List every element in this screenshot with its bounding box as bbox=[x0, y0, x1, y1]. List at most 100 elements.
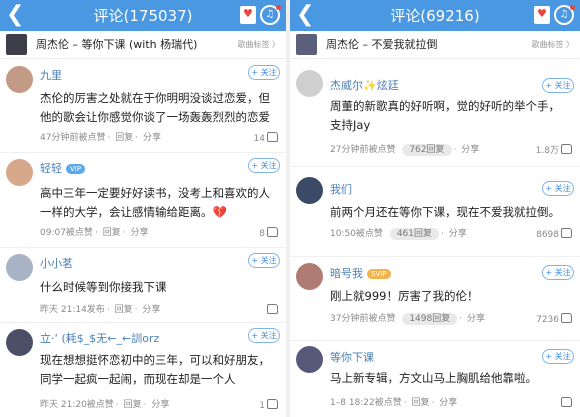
thumbs-up-icon bbox=[561, 313, 572, 323]
share-button[interactable]: 分享 bbox=[130, 228, 148, 238]
comment-time: 27分钟前被点赞 bbox=[330, 145, 396, 155]
comment-text: 什么时候等到你接我下课 bbox=[40, 280, 167, 294]
user-name[interactable]: 立·‘ (耗$_$无←_←訓orz bbox=[40, 332, 159, 345]
comment-meta: 27分钟前被点赞 762回复 · 分享 bbox=[330, 144, 480, 156]
album-cover bbox=[6, 34, 27, 55]
user-name[interactable]: 小小茗 bbox=[40, 257, 73, 270]
favorite-icon[interactable]: ♥ bbox=[534, 6, 550, 24]
avatar[interactable] bbox=[296, 177, 323, 204]
thumbs-up-icon bbox=[561, 144, 572, 154]
like-button[interactable]: 7236 bbox=[536, 313, 572, 326]
avatar[interactable] bbox=[6, 66, 33, 93]
reply-button[interactable]: 回复 bbox=[103, 228, 121, 238]
like-count: 1.8万 bbox=[535, 146, 559, 156]
song-tag-button[interactable]: 歌曲标签 〉 bbox=[237, 40, 280, 50]
comment-item: 轻轻 VIP + 关注 高中三年一定要好好读书，没考上和喜欢的人一样的大学，会让感… bbox=[0, 153, 286, 248]
comment-item: 暗号我 SVIP + 关注 刚上就999！厉害了我的伦！ 37分钟前被点赞 149… bbox=[290, 257, 580, 341]
like-button[interactable]: 14 bbox=[254, 132, 278, 145]
song-bar[interactable]: 周杰伦 – 不爱我就拉倒 歌曲标签 〉 bbox=[290, 31, 580, 59]
user-name[interactable]: 九里 bbox=[40, 69, 62, 82]
comment-meta: 10:50被点赞 461回复 · 分享 bbox=[330, 228, 467, 240]
reply-count-button[interactable]: 461回复 bbox=[389, 228, 439, 240]
thumbs-up-icon bbox=[267, 227, 278, 237]
comment-time: 昨天 21:14发布 bbox=[40, 305, 105, 315]
thumbs-up-icon bbox=[267, 399, 278, 409]
song-tag-button[interactable]: 歌曲标签 〉 bbox=[531, 40, 574, 50]
comment-time: 47分钟前被点赞 bbox=[40, 133, 106, 143]
like-button[interactable]: 1.8万 bbox=[536, 144, 572, 157]
user-name[interactable]: 轻轻 VIP bbox=[40, 162, 86, 175]
comment-meta: 1–8 18:22被点赞 · 回复 · 分享 bbox=[330, 398, 458, 408]
comment-text: 杰伦的厉害之处就在于你明明没谈过恋爱，但他的歌会让你感觉你谈了一场轰轰烈烈的恋爱 bbox=[40, 91, 270, 124]
share-button[interactable]: 分享 bbox=[439, 398, 457, 408]
user-name[interactable]: 等你下课 bbox=[330, 351, 374, 364]
share-button[interactable]: 分享 bbox=[143, 133, 161, 143]
comment-time: 37分钟前被点赞 bbox=[330, 314, 396, 324]
reply-count-button[interactable]: 1498回复 bbox=[402, 313, 458, 325]
like-button[interactable]: 8698 bbox=[536, 228, 572, 241]
avatar[interactable] bbox=[296, 346, 323, 373]
user-name[interactable]: 我们 bbox=[330, 183, 352, 196]
like-count: 14 bbox=[253, 134, 265, 144]
follow-button[interactable]: + 关注 bbox=[542, 349, 574, 364]
comments-panel-right: ❮ 评论(69216) ♥ ♫ 周杰伦 – 不爱我就拉倒 歌曲标签 〉 杰威尔✨… bbox=[290, 0, 580, 417]
player-icon[interactable]: ♫ bbox=[260, 5, 281, 25]
follow-button[interactable]: + 关注 bbox=[542, 265, 574, 280]
comment-item: 等你下课 + 关注 马上新专辑，方文山马上胸肌给他靠啦。 1–8 18:22被点… bbox=[290, 341, 580, 417]
share-button[interactable]: 分享 bbox=[461, 145, 479, 155]
comment-text: 前两个月还在等你下课，现在不爱我就拉倒。 bbox=[330, 205, 560, 219]
user-name-text: 轻轻 bbox=[40, 162, 62, 175]
comment-time: 10:50被点赞 bbox=[330, 229, 383, 239]
avatar[interactable] bbox=[296, 70, 323, 97]
comment-meta: 47分钟前被点赞 · 回复 · 分享 bbox=[40, 133, 161, 143]
album-cover bbox=[296, 34, 317, 55]
follow-button[interactable]: + 关注 bbox=[542, 78, 574, 93]
comment-text: 高中三年一定要好好读书，没考上和喜欢的人一样的大学，会让感情输给距离。💔 bbox=[40, 186, 270, 219]
follow-button[interactable]: + 关注 bbox=[248, 65, 280, 80]
vip-badge: VIP bbox=[66, 164, 86, 174]
comment-item: 我们 + 关注 前两个月还在等你下课，现在不爱我就拉倒。 10:50被点赞 46… bbox=[290, 167, 580, 257]
comment-item: 杰威尔✨炫廷 + 关注 周董的新歌真的好听啊，觉的好听的举个手，支持Jay 27… bbox=[290, 60, 580, 167]
reply-button[interactable]: 回复 bbox=[412, 398, 430, 408]
reply-count-button[interactable]: 762回复 bbox=[402, 144, 452, 156]
like-count: 8698 bbox=[536, 230, 559, 240]
top-bar: ❮ 评论(69216) ♥ ♫ bbox=[290, 0, 580, 31]
comment-time: 昨天 21:20被点赞 bbox=[40, 400, 114, 410]
follow-button[interactable]: + 关注 bbox=[248, 158, 280, 173]
reply-button[interactable]: 回复 bbox=[115, 305, 133, 315]
player-icon[interactable]: ♫ bbox=[554, 5, 575, 25]
comment-time: 09:07被点赞 bbox=[40, 228, 93, 238]
reply-button[interactable]: 回复 bbox=[115, 133, 133, 143]
favorite-icon[interactable]: ♥ bbox=[240, 6, 256, 24]
comment-item: 立·‘ (耗$_$无←_←訓orz + 关注 现在想想挺怀恋初中的三年，可以和好… bbox=[0, 323, 286, 417]
like-button[interactable] bbox=[265, 304, 278, 317]
follow-button[interactable]: + 关注 bbox=[542, 181, 574, 196]
comment-meta: 09:07被点赞 · 回复 · 分享 bbox=[40, 228, 149, 238]
share-button[interactable]: 分享 bbox=[142, 305, 160, 315]
share-button[interactable]: 分享 bbox=[467, 314, 485, 324]
follow-button[interactable]: + 关注 bbox=[248, 328, 280, 343]
share-button[interactable]: 分享 bbox=[151, 400, 169, 410]
share-button[interactable]: 分享 bbox=[449, 229, 467, 239]
follow-button[interactable]: + 关注 bbox=[248, 253, 280, 268]
thumbs-up-icon bbox=[267, 132, 278, 142]
like-button[interactable]: 8 bbox=[259, 227, 278, 240]
comment-text: 现在想想挺怀恋初中的三年，可以和好朋友，同学一起疯一起闹，而现在却是一个人 bbox=[40, 353, 270, 386]
svip-badge: SVIP bbox=[367, 269, 391, 279]
comment-meta: 昨天 21:20被点赞 · 回复 · 分享 bbox=[40, 400, 170, 410]
avatar[interactable] bbox=[6, 159, 33, 186]
reply-button[interactable]: 回复 bbox=[124, 400, 142, 410]
avatar[interactable] bbox=[6, 254, 33, 281]
avatar[interactable] bbox=[6, 329, 33, 356]
user-name[interactable]: 杰威尔✨炫廷 bbox=[330, 79, 399, 92]
thumbs-up-icon bbox=[561, 397, 572, 407]
thumbs-up-icon bbox=[561, 228, 572, 238]
like-button[interactable] bbox=[559, 397, 572, 410]
user-name-text: 暗号我 bbox=[330, 267, 363, 280]
like-button[interactable]: 1 bbox=[259, 399, 278, 412]
avatar[interactable] bbox=[296, 263, 323, 290]
thumbs-up-icon bbox=[267, 304, 278, 314]
song-bar[interactable]: 周杰伦 – 等你下课 (with 杨瑞代) 歌曲标签 〉 bbox=[0, 31, 286, 59]
user-name[interactable]: 暗号我 SVIP bbox=[330, 267, 391, 280]
like-count: 1 bbox=[259, 401, 265, 411]
